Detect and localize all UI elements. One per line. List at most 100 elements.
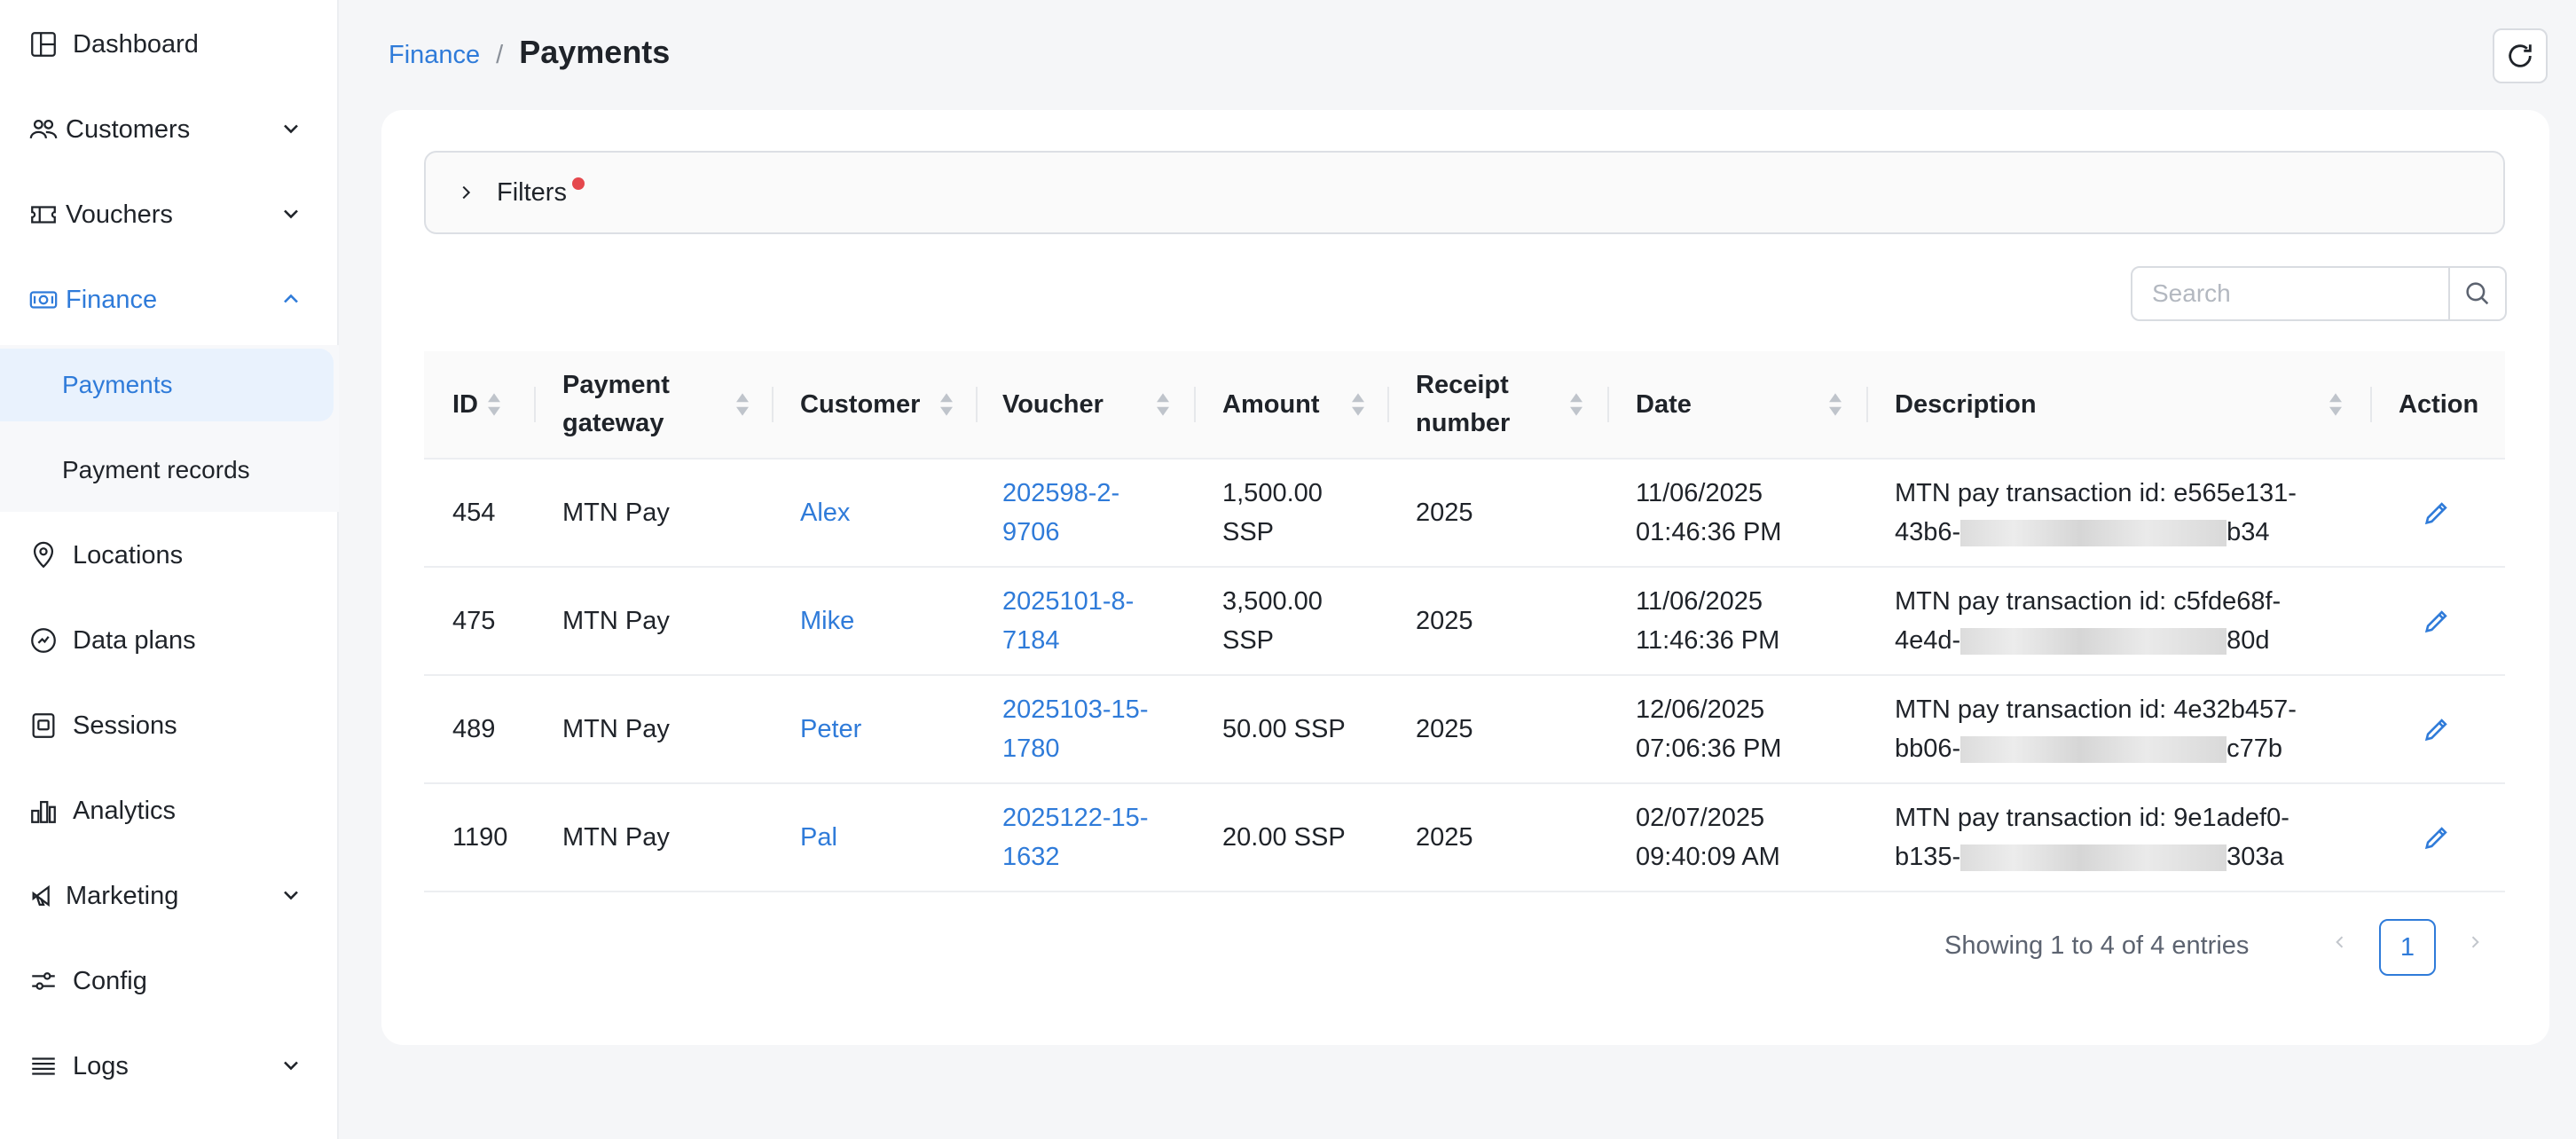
table-header: ID Payment gateway Customer Voucher Amoun… bbox=[424, 351, 2505, 460]
edit-pencil-icon[interactable] bbox=[2422, 822, 2452, 852]
sidebar-item-finance[interactable]: Finance bbox=[0, 257, 339, 342]
cell-id: 1190 bbox=[452, 823, 508, 852]
sidebar-item-locations[interactable]: Locations bbox=[0, 513, 339, 598]
table-row: 454 MTN Pay Alex 202598-2- 9706 1,500.00 S… bbox=[424, 460, 2505, 568]
sidebar-item-label: Config bbox=[73, 966, 147, 995]
cell-description: MTN pay transaction id: 9e1adef0- b135- 30… bbox=[1895, 804, 2289, 872]
cell-receipt-number: 2025 bbox=[1416, 715, 1473, 743]
cell-payment-gateway: MTN Pay bbox=[562, 715, 670, 743]
sidebar-item-config[interactable]: Config bbox=[0, 939, 339, 1024]
sidebar-item-label: Payments bbox=[62, 371, 173, 398]
location-pin-icon bbox=[28, 540, 59, 570]
cell-receipt-number: 2025 bbox=[1416, 499, 1473, 527]
cell-id: 489 bbox=[452, 715, 496, 743]
sidebar-item-customers[interactable]: Customers bbox=[0, 87, 339, 172]
cell-payment-gateway: MTN Pay bbox=[562, 499, 670, 527]
table-row: 475 MTN Pay Mike 2025101-8- 7184 3,500.00… bbox=[424, 568, 2505, 676]
sort-icon[interactable] bbox=[2328, 392, 2344, 417]
cell-date: 11/06/2025 01:46:36 PM bbox=[1636, 479, 1782, 546]
sort-icon[interactable] bbox=[939, 392, 954, 417]
sidebar-item-vouchers[interactable]: Vouchers bbox=[0, 172, 339, 257]
voucher-link[interactable]: 202598-2- 9706 bbox=[1002, 474, 1119, 552]
cell-payment-gateway: MTN Pay bbox=[562, 823, 670, 852]
pagination-prev-button[interactable] bbox=[2322, 923, 2358, 962]
chevron-left-icon bbox=[2336, 936, 2344, 948]
redacted-blur bbox=[1960, 520, 2227, 547]
sidebar-item-data-plans[interactable]: Data plans bbox=[0, 598, 339, 683]
sidebar-item-marketing[interactable]: Marketing bbox=[0, 853, 339, 939]
breadcrumb-finance-link[interactable]: Finance bbox=[389, 41, 480, 70]
cell-amount: 3,500.00 SSP bbox=[1222, 587, 1323, 655]
sidebar-item-label: Analytics bbox=[73, 796, 177, 825]
refresh-icon bbox=[2509, 44, 2532, 67]
sort-icon[interactable] bbox=[734, 392, 750, 417]
column-header-receipt-number[interactable]: Receipt number bbox=[1387, 351, 1607, 458]
chevron-right-icon bbox=[462, 185, 471, 200]
sidebar-item-sessions[interactable]: Sessions bbox=[0, 683, 339, 768]
cell-amount: 20.00 SSP bbox=[1222, 823, 1346, 852]
voucher-link[interactable]: 2025122-15- 1632 bbox=[1002, 798, 1148, 876]
cell-id: 454 bbox=[452, 499, 496, 527]
sidebar-item-logs[interactable]: Logs bbox=[0, 1024, 339, 1109]
voucher-icon bbox=[28, 200, 59, 230]
column-header-id[interactable]: ID bbox=[424, 351, 534, 458]
page-title: Payments bbox=[519, 34, 671, 70]
analytics-icon bbox=[28, 796, 59, 826]
sort-icon[interactable] bbox=[1350, 392, 1366, 417]
sort-icon[interactable] bbox=[1827, 392, 1843, 417]
dashboard-icon bbox=[28, 29, 59, 59]
sidebar-item-label: Logs bbox=[73, 1051, 129, 1080]
edit-pencil-icon[interactable] bbox=[2422, 606, 2452, 636]
customer-link[interactable]: Peter bbox=[800, 710, 861, 749]
chevron-down-icon bbox=[284, 124, 298, 134]
cell-date: 02/07/2025 09:40:09 AM bbox=[1636, 804, 1780, 871]
voucher-link[interactable]: 2025103-15- 1780 bbox=[1002, 690, 1148, 768]
cell-description: MTN pay transaction id: 4e32b457- bb06- c7… bbox=[1895, 695, 2297, 764]
cell-amount: 1,500.00 SSP bbox=[1222, 479, 1323, 546]
sidebar-item-label: Locations bbox=[73, 540, 184, 570]
voucher-link[interactable]: 2025101-8- 7184 bbox=[1002, 582, 1134, 660]
breadcrumb-separator: / bbox=[496, 41, 504, 69]
sidebar-subitem-payments[interactable]: Payments bbox=[0, 349, 334, 421]
chevron-right-icon bbox=[2471, 936, 2479, 948]
search-input[interactable] bbox=[2131, 266, 2450, 321]
refresh-button[interactable] bbox=[2493, 28, 2548, 83]
edit-pencil-icon[interactable] bbox=[2422, 714, 2452, 744]
column-header-customer[interactable]: Customer bbox=[772, 351, 976, 458]
column-header-voucher[interactable]: Voucher bbox=[974, 351, 1194, 458]
column-header-description[interactable]: Description bbox=[1866, 351, 2372, 458]
pagination-page-1[interactable]: 1 bbox=[2379, 919, 2436, 976]
column-header-payment-gateway[interactable]: Payment gateway bbox=[534, 351, 772, 458]
logs-icon bbox=[28, 1051, 59, 1081]
pagination-next-button[interactable] bbox=[2457, 923, 2493, 962]
sidebar-subitem-payment-records[interactable]: Payment records bbox=[0, 434, 334, 507]
chevron-up-icon bbox=[284, 294, 298, 303]
megaphone-icon bbox=[28, 881, 59, 911]
sidebar-item-analytics[interactable]: Analytics bbox=[0, 768, 339, 853]
cell-id: 475 bbox=[452, 607, 496, 635]
customer-link[interactable]: Alex bbox=[800, 493, 850, 532]
edit-pencil-icon[interactable] bbox=[2422, 498, 2452, 528]
chevron-down-icon bbox=[284, 1061, 298, 1071]
filters-label: Filters bbox=[497, 177, 567, 207]
cell-receipt-number: 2025 bbox=[1416, 823, 1473, 852]
table-row: 489 MTN Pay Peter 2025103-15- 1780 50.00 … bbox=[424, 676, 2505, 784]
customer-link[interactable]: Mike bbox=[800, 601, 854, 640]
column-header-amount[interactable]: Amount bbox=[1194, 351, 1387, 458]
sort-icon[interactable] bbox=[1155, 392, 1171, 417]
redacted-blur bbox=[1960, 628, 2227, 656]
column-header-action: Action bbox=[2399, 389, 2479, 419]
sidebar-item-label: Dashboard bbox=[73, 29, 199, 59]
sidebar-item-label: Marketing bbox=[66, 881, 179, 910]
sidebar-item-dashboard[interactable]: Dashboard bbox=[0, 2, 339, 87]
cell-description: MTN pay transaction id: e565e131- 43b6- b3… bbox=[1895, 479, 2297, 547]
sort-icon[interactable] bbox=[1568, 392, 1584, 417]
customer-link[interactable]: Pal bbox=[800, 818, 837, 857]
customers-icon bbox=[28, 114, 59, 145]
cell-date: 11/06/2025 11:46:36 PM bbox=[1636, 587, 1780, 655]
filters-toggle[interactable]: Filters bbox=[424, 151, 2505, 234]
sort-icon[interactable] bbox=[486, 392, 502, 417]
sidebar: Dashboard Customers Vouchers Finance Pay… bbox=[0, 0, 339, 1139]
column-header-date[interactable]: Date bbox=[1607, 351, 1866, 458]
search-button[interactable] bbox=[2450, 266, 2507, 321]
